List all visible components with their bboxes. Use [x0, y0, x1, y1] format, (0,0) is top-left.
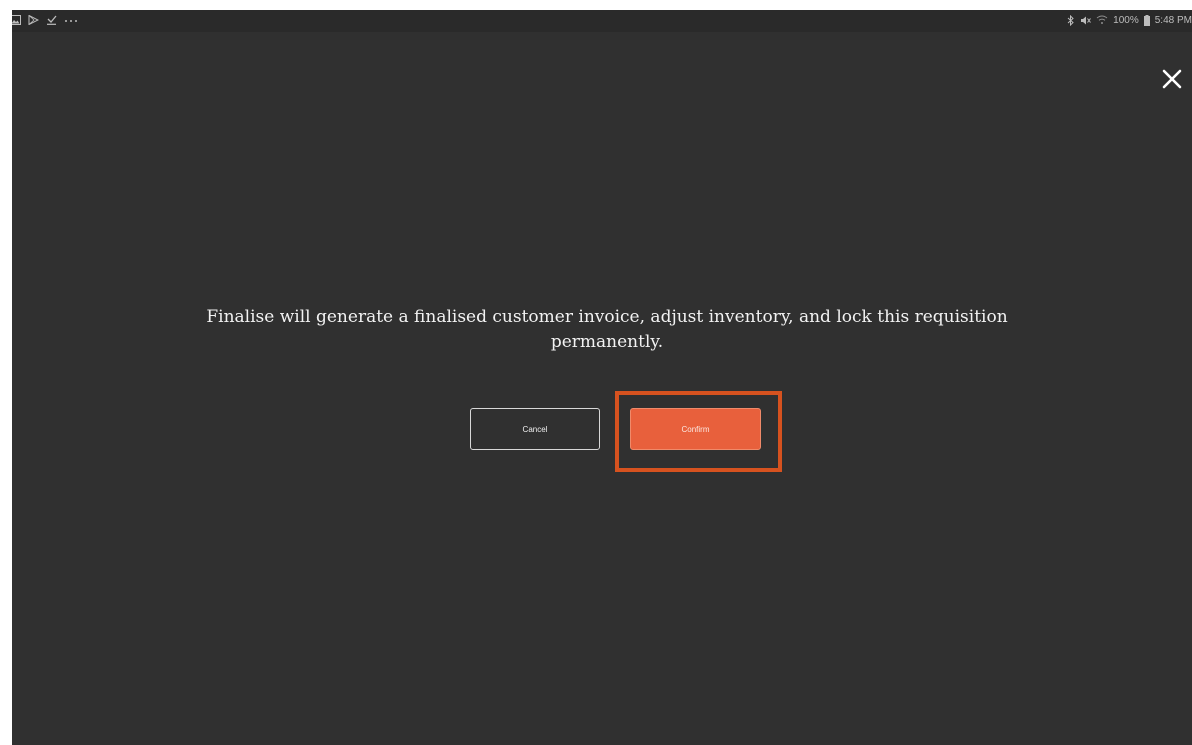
status-bar-notifications	[12, 13, 78, 27]
mute-icon	[1081, 16, 1092, 24]
confirmation-screen: 100% 5:48 PM Finalise will generate a fi…	[12, 10, 1192, 745]
more-dots-icon	[65, 20, 77, 22]
bluetooth-icon	[1067, 14, 1074, 26]
confirmation-message: Finalise will generate a finalised custo…	[206, 307, 1008, 352]
status-bar-background	[12, 10, 1192, 32]
confirm-button[interactable]: Confirm	[630, 408, 761, 450]
cancel-button[interactable]: Cancel	[470, 408, 600, 450]
status-bar-system: 100% 5:48 PM	[1067, 12, 1192, 28]
download-done-icon	[47, 15, 57, 25]
battery-percentage: 100%	[1113, 14, 1139, 26]
gallery-icon	[12, 15, 21, 25]
close-icon[interactable]	[1156, 63, 1188, 95]
clock: 5:48 PM	[1154, 14, 1192, 26]
wifi-icon	[1096, 15, 1108, 24]
status-bar: 100% 5:48 PM	[12, 10, 1192, 42]
play-store-icon	[28, 15, 39, 25]
battery-icon	[1143, 14, 1150, 26]
